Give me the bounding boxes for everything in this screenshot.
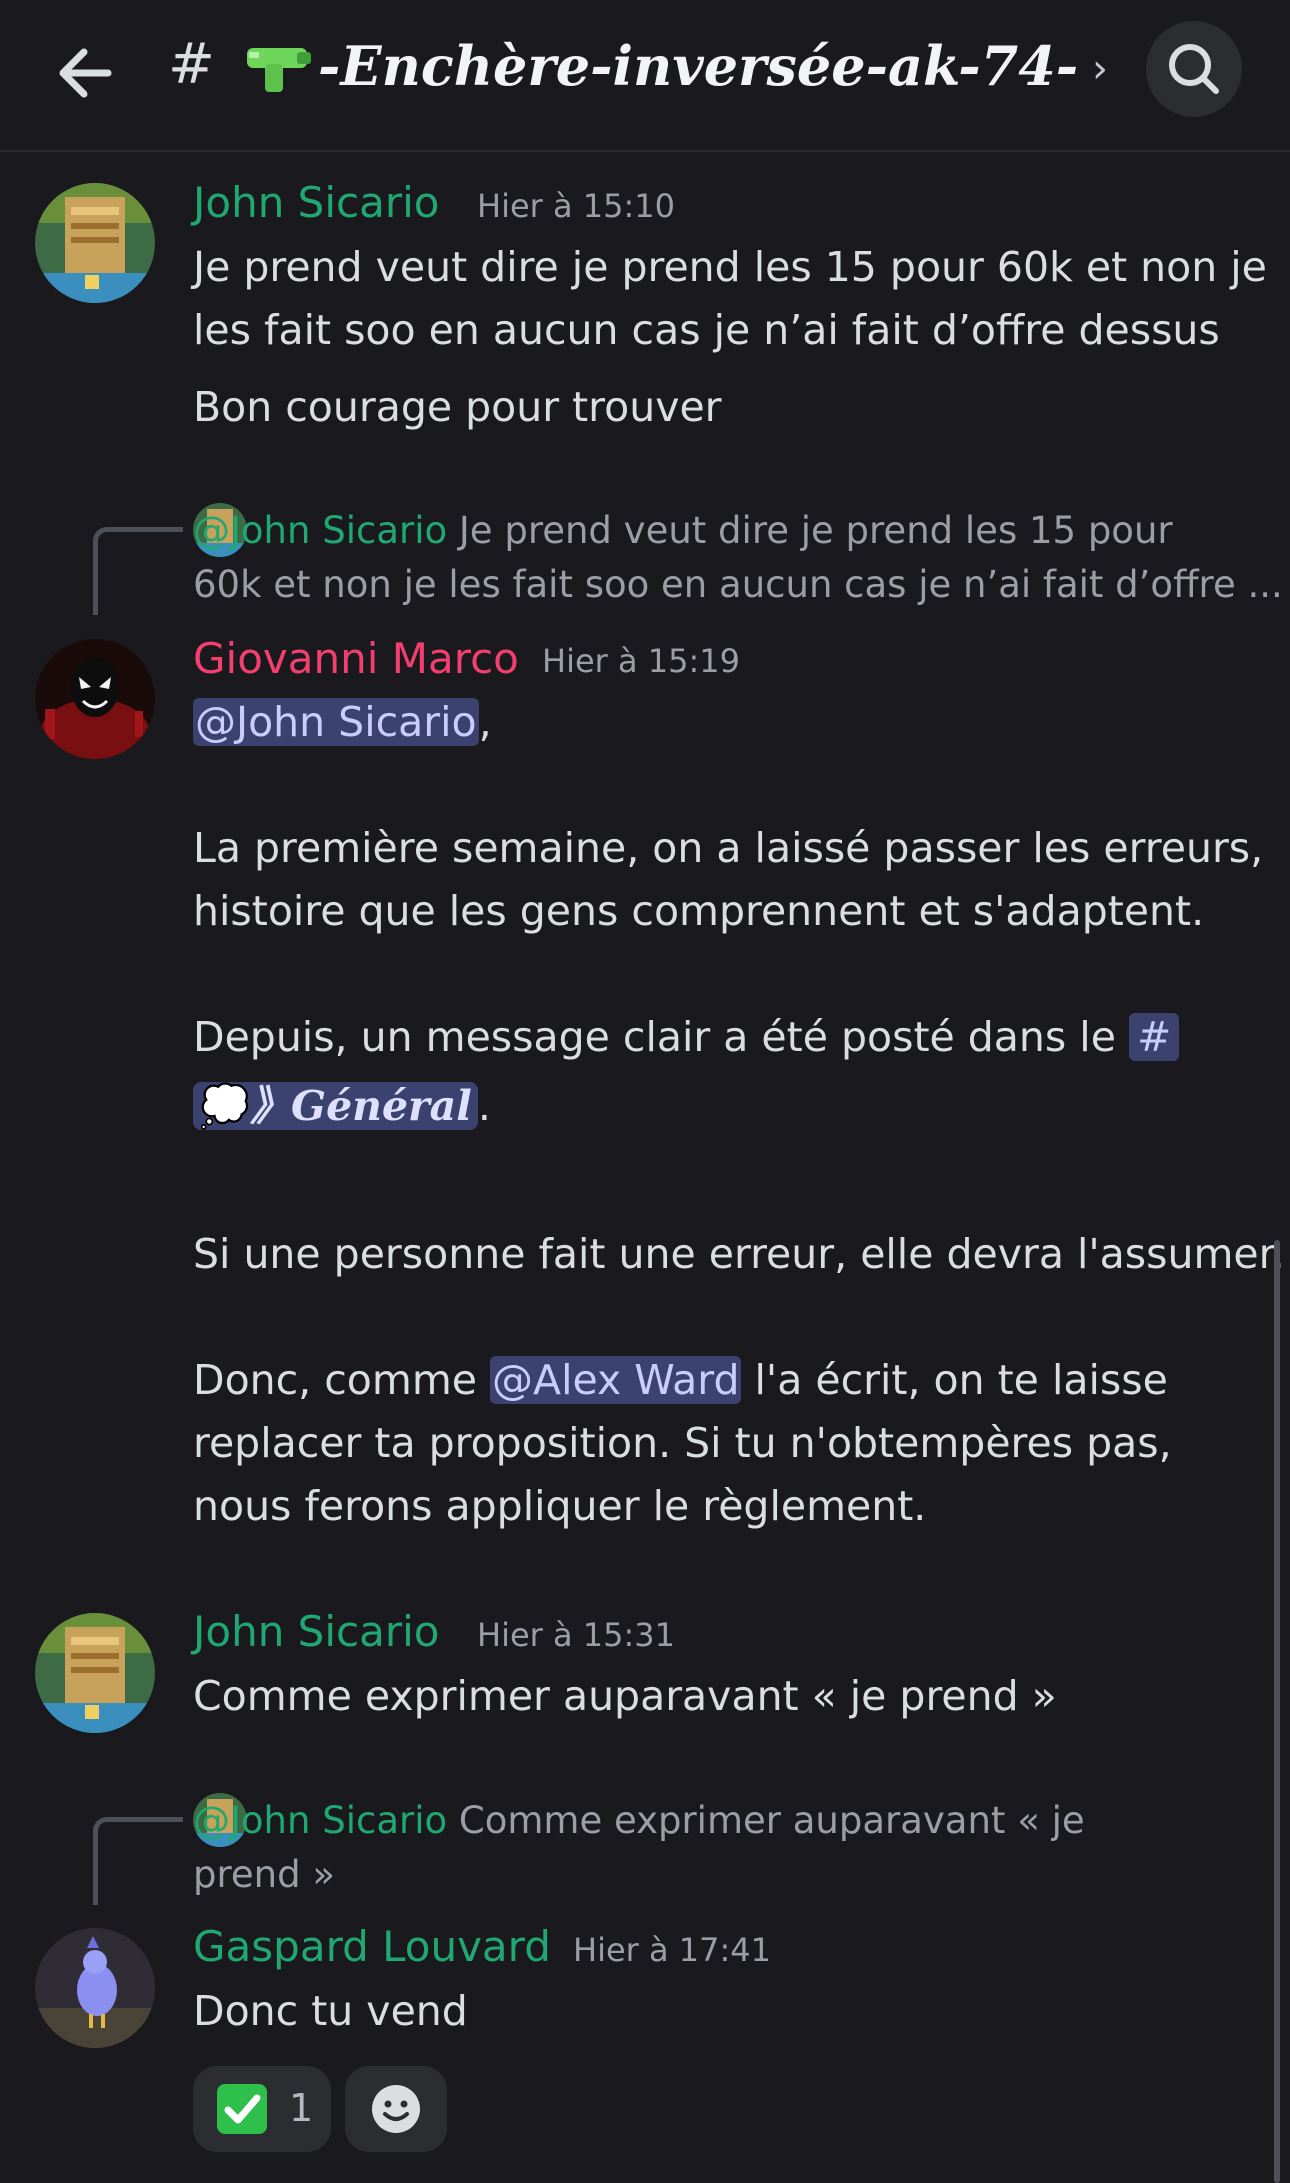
user-mention[interactable]: @Alex Ward [490, 1356, 742, 1404]
message-text-line: Si une personne fait une erreur, elle de… [193, 1230, 1285, 1278]
add-reaction-icon [372, 2085, 420, 2133]
reply-connector [93, 527, 183, 615]
add-reaction-button[interactable] [345, 2066, 447, 2152]
channel-header: # -Enchère-inversée-ak-74-... › [0, 0, 1290, 152]
reply-snippet-line2[interactable]: 60k et non je les fait soo en aucun cas … [193, 558, 1283, 612]
channel-hash-icon: # [168, 32, 215, 97]
message-timestamp: Hier à 15:31 [477, 1616, 675, 1654]
message-text-line: nous ferons appliquer le règlement. [193, 1482, 927, 1530]
back-arrow-icon[interactable] [50, 38, 120, 108]
message-author[interactable]: Gaspard Louvard [193, 1922, 551, 1971]
message-text-line: Je prend veut dire je prend les 15 pour … [193, 243, 1267, 291]
search-icon [1169, 44, 1219, 94]
cloud-emoji-icon: 💭 [199, 1082, 251, 1130]
message-author[interactable]: John Sicario [193, 178, 439, 227]
message-text-line: histoire que les gens comprennent et s'a… [193, 887, 1205, 935]
chevron-right-icon[interactable]: › [1092, 46, 1108, 92]
message-text-line: Depuis, un message clair a été posté dan… [193, 1006, 1180, 1069]
avatar[interactable] [35, 1928, 155, 2048]
avatar[interactable] [35, 183, 155, 303]
message-timestamp: Hier à 17:41 [573, 1931, 771, 1969]
reply-mention[interactable]: @John Sicario [193, 509, 447, 552]
avatar[interactable] [35, 1613, 155, 1733]
message-timestamp: Hier à 15:10 [477, 187, 675, 225]
message-text-line: La première semaine, on a laissé passer … [193, 824, 1264, 872]
message-timestamp: Hier à 15:19 [542, 642, 740, 680]
channel-title[interactable]: -Enchère-inversée-ak-74-... [318, 34, 1078, 98]
channel-mention[interactable]: 💭》Général [193, 1082, 478, 1130]
reaction-check[interactable]: 1 [193, 2066, 331, 2152]
message-text-line: Bon courage pour trouver [193, 383, 722, 431]
message-text-line: @John Sicario, [193, 698, 492, 746]
reply-snippet-line2[interactable]: prend » [193, 1848, 335, 1902]
scrollbar[interactable] [1274, 1240, 1280, 2183]
message-text-line: Donc tu vend [193, 1987, 468, 2035]
channel-mention-hash[interactable]: # [1128, 1013, 1180, 1061]
message-text-line: Donc, comme @Alex Ward l'a écrit, on te … [193, 1356, 1168, 1404]
message-text-line: 💭》Général. [193, 1075, 491, 1138]
check-mark-icon [217, 2084, 267, 2134]
user-mention[interactable]: @John Sicario [193, 698, 479, 746]
search-button[interactable] [1146, 21, 1242, 117]
reaction-count: 1 [289, 2086, 314, 2130]
reply-snippet: Je prend veut dire je prend les 15 pour [458, 509, 1173, 552]
message-text-line: replacer ta proposition. Si tu n'obtempè… [193, 1419, 1172, 1467]
gun-emoji-icon [247, 48, 311, 92]
reply-snippet: Comme exprimer auparavant « je [458, 1799, 1085, 1842]
message-text-line: les fait soo en aucun cas je n’ai fait d… [193, 306, 1220, 354]
message-author[interactable]: Giovanni Marco [193, 634, 519, 683]
avatar[interactable] [35, 639, 155, 759]
message-author[interactable]: John Sicario [193, 1607, 439, 1656]
reply-preview[interactable]: @John Sicario Je prend veut dire je pren… [193, 504, 1173, 558]
reply-preview[interactable]: @John Sicario Comme exprimer auparavant … [193, 1794, 1085, 1848]
message-text-line: Comme exprimer auparavant « je prend » [193, 1672, 1057, 1720]
reply-connector [93, 1817, 183, 1905]
reply-mention[interactable]: @John Sicario [193, 1799, 447, 1842]
